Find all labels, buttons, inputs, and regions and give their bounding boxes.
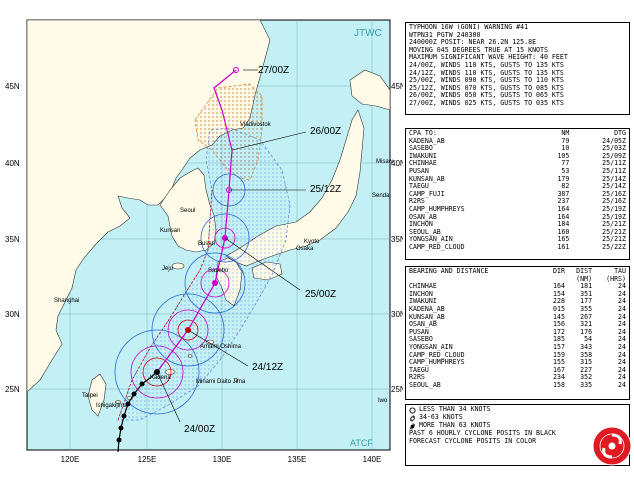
place-label: Sasebo xyxy=(208,268,229,274)
place-label: Sendai xyxy=(372,193,391,199)
place-label: Iwo xyxy=(378,398,388,404)
place-label: Busan xyxy=(198,241,215,247)
header-line: TYPHOON 16W (GONI) WARNING #41 xyxy=(409,24,529,31)
place-label: Minami Daito Jima xyxy=(196,379,246,385)
place-label: Ishigakijima xyxy=(96,403,128,409)
table-row: PUSAN 172 176 24 xyxy=(409,328,626,337)
place-label: Kadena xyxy=(150,375,171,381)
lon-label: 135E xyxy=(288,455,307,464)
lat-label-right: 30N xyxy=(391,310,403,319)
place-label: Jeju xyxy=(162,266,173,272)
bearing-table-box: BEARING AND DISTANCE DIR DIST TAU (NM) (… xyxy=(405,266,630,400)
table-row: CAMP_HUMPHREYS 164 25/19Z xyxy=(409,205,626,214)
place-label: Osaka xyxy=(296,246,314,252)
header-line: 25/12Z, WINDS 070 KTS, GUSTS TO 085 KTS xyxy=(409,84,564,92)
place-label: Kunsan xyxy=(160,228,180,234)
circle-open-icon xyxy=(409,406,416,414)
lat-label-right: 45N xyxy=(391,82,403,91)
bearing-col-header: DIR xyxy=(553,267,565,275)
cpa-table-box: CPA TO: NM DTG KADENA_AB 79 24/05Z SASEBO 1… xyxy=(405,128,630,260)
forecast-label-26-00z: 26/00Z xyxy=(310,126,341,137)
lat-label-right: 25N xyxy=(391,385,403,394)
cpa-table: CPA TO: NM DTG KADENA_AB 79 24/05Z SASEBO 1… xyxy=(409,129,626,252)
lat-label: 30N xyxy=(5,310,20,319)
warning-header-box: TYPHOON 16W (GONI) WARNING #41 WTPN31 PG… xyxy=(405,22,630,115)
table-row: CAMP_HUMPHREYS 155 315 24 xyxy=(409,359,626,367)
table-row: OSAN_AB 156 321 24 xyxy=(409,321,626,329)
cpa-station: CAMP_RED_CLOUD xyxy=(409,242,465,251)
table-row: SASEBO 10 25/03Z xyxy=(409,145,626,153)
forecast-label-27-00z: 27/00Z xyxy=(258,65,289,76)
tropical-storm-icon xyxy=(410,415,415,421)
bearing-dist: 335 xyxy=(580,380,593,389)
table-row: INCHON 184 25/21Z xyxy=(409,221,626,229)
header-line: MOVING 045 DEGREES TRUE AT 15 KNOTS xyxy=(409,46,548,54)
forecast-label-24-12z: 24/12Z xyxy=(252,362,283,373)
lon-label: 125E xyxy=(138,455,157,464)
table-row: CHINHAE 164 181 24 xyxy=(409,283,626,291)
table-row: INCHON 154 351 24 xyxy=(409,290,626,299)
typhoon-icon xyxy=(410,422,415,430)
bearing-station: OSAN_AB xyxy=(409,320,437,329)
lon-label: 120E xyxy=(61,455,80,464)
header-line: 27/00Z, WINDS 025 KTS, GUSTS TO 035 KTS xyxy=(409,99,564,107)
table-row: CHINHAE 77 25/11Z xyxy=(409,160,626,168)
forecast-label-25-00z: 25/00Z xyxy=(305,289,336,300)
header-line: 240000Z POSIT: NEAR 26.2N 125.8E xyxy=(409,39,537,47)
table-row: SEOUL_AB 158 335 24 xyxy=(409,380,626,390)
bearing-tau: 24 xyxy=(618,380,626,389)
typhoon-track-map: 27/00Z 26/00Z 25/12Z 25/00Z 24/12Z 24/00… xyxy=(0,0,403,480)
lat-label: 40N xyxy=(5,159,20,168)
lat-label: 35N xyxy=(5,235,20,244)
bearing-table: BEARING AND DISTANCE DIR DIST TAU (NM) (… xyxy=(409,267,626,390)
table-row: KUNSAN_AB 179 25/14Z xyxy=(409,175,626,184)
cpa-nm: 161 xyxy=(557,242,570,251)
info-panel: TYPHOON 16W (GONI) WARNING #41 WTPN31 PG… xyxy=(405,22,630,466)
header-line: 24/00Z, WINDS 110 KTS, GUSTS TO 135 KTS xyxy=(409,61,564,69)
header-line: 25/00Z, WINDS 090 KTS, GUSTS TO 110 KTS xyxy=(409,77,564,85)
bearing-col-header: BEARING AND DISTANCE xyxy=(409,267,489,275)
forecast-label-25-12z: 25/12Z xyxy=(310,184,341,195)
lat-label-right: 35N xyxy=(391,235,403,244)
place-label: Shanghai xyxy=(54,298,79,304)
cpa-dtg: 25/22Z xyxy=(602,242,626,251)
table-header-row: BEARING AND DISTANCE DIR DIST TAU xyxy=(409,267,626,276)
forecast-label-24-00z: 24/00Z xyxy=(184,424,215,435)
lon-label: 140E xyxy=(363,455,382,464)
bearing-dir: 158 xyxy=(553,380,565,389)
bearing-station: SEOUL_AB xyxy=(409,380,441,389)
table-row: CAMP_FUJI 387 25/16Z xyxy=(409,189,626,199)
header-line: 26/00Z, WINDS 050 KTS, GUSTS TO 065 KTS xyxy=(409,92,564,100)
lat-label-right: 40N xyxy=(391,159,403,168)
place-label: Kyoto xyxy=(304,239,320,245)
table-row: OSAN_AB 164 25/19Z xyxy=(409,213,626,222)
header-line: MAXIMUM SIGNIFICANT WAVE HEIGHT: 40 FEET xyxy=(409,54,568,62)
table-row: R2RS 234 352 24 xyxy=(409,374,626,382)
atcf-label: ATCF xyxy=(350,438,373,448)
bearing-station: TAEGU xyxy=(409,365,429,374)
header-line: 24/12Z, WINDS 110 KTS, GUSTS TO 135 KTS xyxy=(409,69,564,77)
place-label: Taipei xyxy=(82,393,98,399)
place-label: Amami Oshima xyxy=(200,344,242,350)
table-row: TAEGU 167 227 24 xyxy=(409,365,626,375)
jeju-island xyxy=(171,262,185,270)
jtwc-seal-logo xyxy=(592,426,632,466)
place-label: Seoul xyxy=(180,208,195,214)
legend-label: MORE THAN 63 KNOTS xyxy=(419,421,491,430)
table-row: IWAKUNI 105 25/09Z xyxy=(409,152,626,161)
header-line: WTPN31 PGTW 240300 xyxy=(409,31,481,39)
table-subheader-row: (NM) (HRS) xyxy=(409,275,626,284)
table-row: KUNSAN_AB 145 267 24 xyxy=(409,313,626,322)
bearing-station: CAMP_HUMPHREYS xyxy=(409,358,465,367)
lon-label: 130E xyxy=(213,455,232,464)
table-row: KADENA_AB 79 24/05Z xyxy=(409,137,626,146)
place-label: Vladivostok xyxy=(240,122,272,128)
lat-label: 45N xyxy=(5,82,20,91)
jtwc-label: JTWC xyxy=(354,28,382,39)
cpa-station: CAMP_FUJI xyxy=(409,189,445,198)
table-row: CAMP_RED_CLOUD 161 25/22Z xyxy=(409,242,626,252)
lat-label: 25N xyxy=(5,385,20,394)
